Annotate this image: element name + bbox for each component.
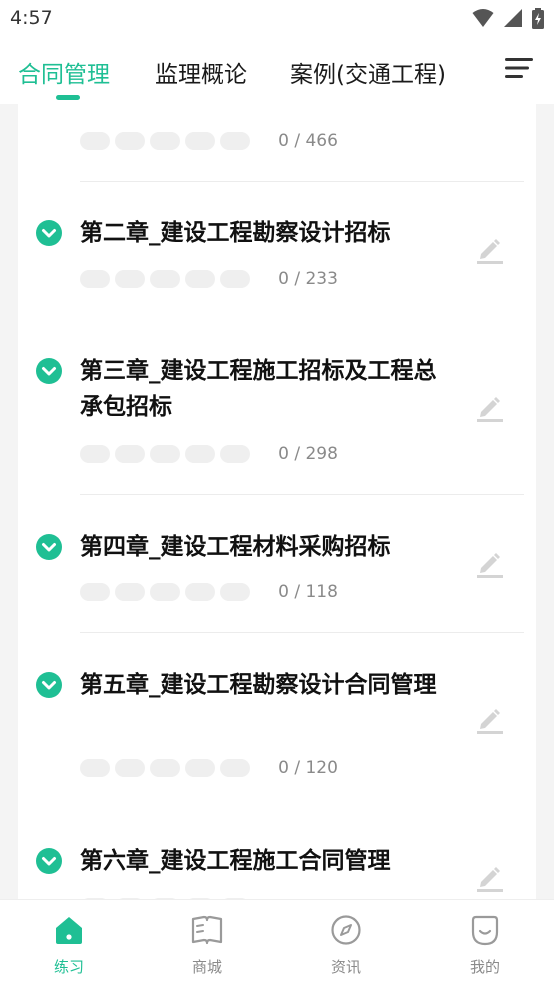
chapter-item[interactable]: 第四章_建设工程材料采购招标 0 / 118 [18, 496, 536, 632]
chapter-title: 第六章_建设工程施工合同管理 [80, 848, 391, 874]
chapter-list: 0 / 466 第二章_建设工程勘察设计招标 0 / 233 第三章_建设工程施… [18, 104, 536, 899]
chapter-progress: 0 / 120 [80, 757, 338, 778]
battery-icon [532, 8, 544, 29]
status-bar: 4:57 [0, 0, 554, 38]
chapter-item[interactable]: 第六章_建设工程施工合同管理 [18, 810, 536, 899]
bottom-nav: 练习 商城 资讯 我的 [0, 899, 554, 985]
signal-icon [503, 9, 522, 27]
nav-practice[interactable]: 练习 [0, 900, 138, 985]
chapter-count: 0 / 233 [278, 268, 338, 289]
tab-contract-management[interactable]: 合同管理 [18, 55, 110, 89]
book-icon [191, 915, 223, 945]
chapter-item[interactable]: 第五章_建设工程勘察设计合同管理 0 / 120 [18, 634, 536, 814]
check-icon [36, 672, 62, 698]
status-time: 4:57 [10, 7, 53, 29]
wifi-icon [472, 9, 494, 27]
tab-supervision-overview[interactable]: 监理概论 [155, 55, 247, 89]
edit-icon[interactable] [477, 864, 503, 892]
nav-label: 资讯 [330, 958, 361, 976]
menu-icon[interactable] [505, 57, 533, 79]
status-icons [468, 8, 544, 30]
chapter-progress: 0 / 466 [80, 130, 338, 151]
compass-icon [331, 915, 361, 945]
chapter-item[interactable]: 第三章_建设工程施工招标及工程总承包招标 0 / 298 [18, 320, 536, 494]
chapter-title: 第二章_建设工程勘察设计招标 [80, 220, 391, 246]
chapter-item[interactable]: 第二章_建设工程勘察设计招标 0 / 233 [18, 182, 536, 312]
home-icon [56, 917, 82, 944]
nav-label: 练习 [53, 958, 84, 976]
chapter-title: 第四章_建设工程材料采购招标 [80, 534, 391, 560]
nav-news[interactable]: 资讯 [277, 900, 415, 985]
active-tab-indicator [56, 95, 80, 100]
divider [80, 494, 524, 495]
check-icon [36, 220, 62, 246]
edit-icon[interactable] [477, 394, 503, 422]
divider [80, 632, 524, 633]
chapter-progress: 0 / 118 [80, 581, 338, 602]
edit-icon[interactable] [477, 706, 503, 734]
chapter-count: 0 / 298 [278, 443, 338, 464]
tab-case-traffic-engineering[interactable]: 案例(交通工程) [290, 55, 446, 89]
chapter-count: 0 / 120 [278, 757, 338, 778]
edit-icon[interactable] [477, 236, 503, 264]
chapter-progress: 0 / 233 [80, 268, 338, 289]
top-tab-bar: 合同管理 监理概论 案例(交通工程) [0, 38, 554, 104]
smile-icon [471, 915, 499, 946]
chapter-progress: 0 / 298 [80, 443, 338, 464]
edit-icon[interactable] [477, 550, 503, 578]
chapter-title: 第五章_建设工程勘察设计合同管理 [80, 672, 437, 698]
nav-label: 我的 [469, 958, 500, 976]
check-icon [36, 534, 62, 560]
nav-mine[interactable]: 我的 [416, 900, 554, 985]
chapter-count: 0 / 466 [278, 130, 338, 151]
chapter-count: 0 / 118 [278, 581, 338, 602]
nav-label: 商城 [191, 958, 222, 976]
check-icon [36, 358, 62, 384]
nav-mall[interactable]: 商城 [138, 900, 276, 985]
chapter-title: 第三章_建设工程施工招标及工程总承包招标 [80, 358, 437, 420]
check-icon [36, 848, 62, 874]
chapter-item[interactable]: 0 / 466 [18, 104, 536, 184]
